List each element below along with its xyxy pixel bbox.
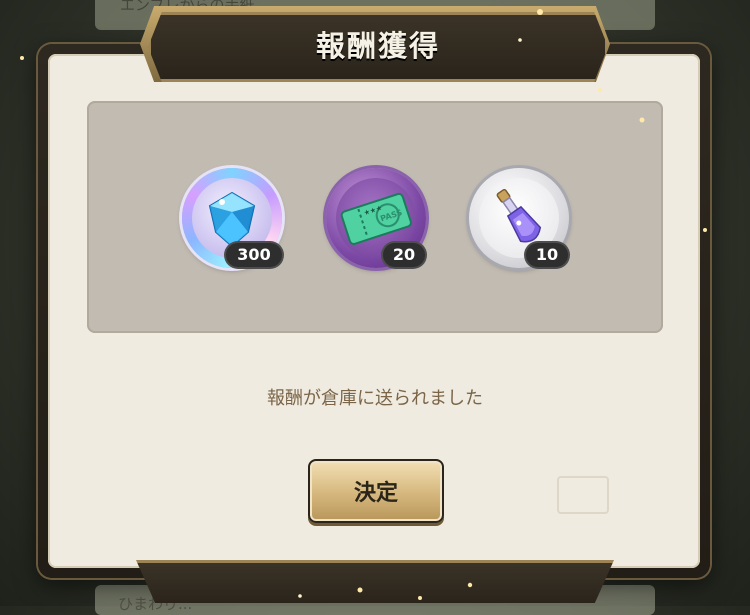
background-checkbox [557, 476, 609, 514]
quantity-badge: 300 [226, 243, 282, 267]
dialog-title: 報酬獲得 [315, 29, 440, 63]
quantity-badge: 10 [526, 243, 568, 267]
bottom-frame [136, 560, 614, 603]
reward-message: 報酬が倉庫に送られました [267, 388, 483, 409]
quantity-badge: 20 [383, 243, 425, 267]
confirm-button[interactable]: 決定 [308, 459, 444, 523]
